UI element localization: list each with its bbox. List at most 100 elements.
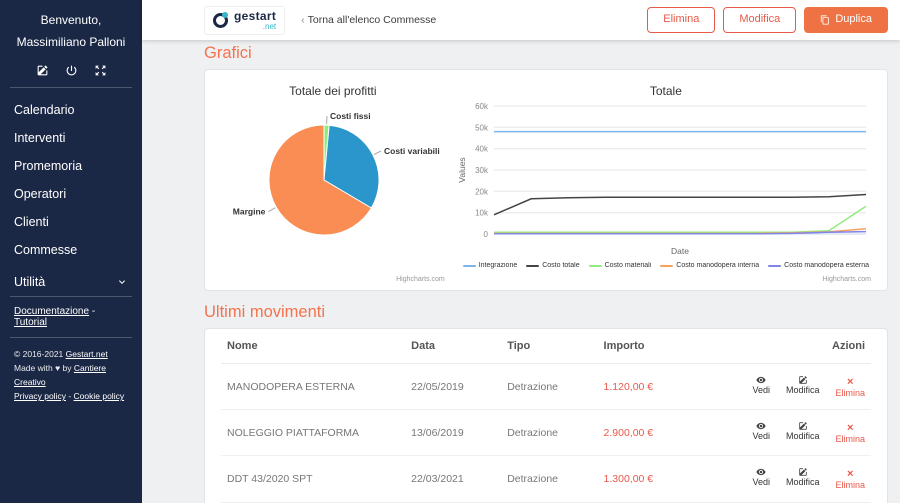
privacy-policy-link[interactable]: Privacy policy — [14, 391, 66, 401]
legend-item-costo-manodopera-esterna[interactable]: Costo manodopera esterna — [768, 262, 869, 269]
policy-separator: - — [66, 391, 74, 401]
y-axis-title: Values — [457, 157, 467, 182]
delete-button[interactable]: ×Elimina — [835, 377, 865, 400]
sidebar-item-utilita[interactable]: Utilità — [0, 268, 142, 296]
edit-icon — [798, 420, 808, 431]
close-icon: × — [847, 423, 853, 434]
movement-type: Detrazione — [501, 410, 597, 456]
sidebar-quick-actions — [0, 55, 142, 87]
legend-item-integrazione[interactable]: Integrazione — [463, 262, 518, 269]
legend-label: Integrazione — [479, 262, 518, 269]
sidebar-footer: © 2016-2021 Gestart.net Made with ♥ by C… — [0, 338, 142, 412]
policies-line: Privacy policy - Cookie policy — [14, 389, 128, 403]
duplicate-icon — [820, 15, 830, 25]
y-tick-label: 20k — [475, 187, 489, 196]
documentation-link[interactable]: Documentazione — [14, 306, 89, 317]
edit-profile-icon[interactable] — [36, 64, 49, 77]
delete-button[interactable]: ×Elimina — [835, 469, 865, 492]
movement-date: 22/03/2021 — [405, 456, 501, 502]
elimina-button[interactable]: Elimina — [647, 7, 715, 32]
legend-marker-icon — [463, 265, 476, 267]
gestart-logo-text: gestart .net — [234, 10, 276, 31]
pie-chart-svg: Costi fissiCosti variabiliMargine — [212, 100, 454, 250]
legend-marker-icon — [660, 265, 673, 267]
legend-label: Costo materiali — [605, 262, 652, 269]
view-label: Vedi — [752, 431, 770, 443]
movement-name: MANODOPERA ESTERNA — [221, 364, 405, 410]
movement-amount: 2.900,00 € — [598, 410, 731, 456]
movement-date: 13/06/2019 — [405, 410, 501, 456]
delete-label: Elimina — [835, 388, 865, 400]
highcharts-credit-link[interactable]: Highcharts.com — [822, 276, 871, 283]
legend-label: Costo totale — [542, 262, 579, 269]
sidebar-item-calendario[interactable]: Calendario — [0, 96, 142, 124]
movements-section-title: Ultimi movimenti — [204, 303, 888, 322]
profit-pie-chart: Totale dei profitti Costi fissiCosti var… — [213, 76, 453, 284]
docs-separator: - — [89, 306, 95, 317]
movements-table-card: NomeDataTipoImportoAzioni MANODOPERA EST… — [204, 328, 888, 503]
logo-suffix: .net — [234, 23, 276, 31]
line-series-costo-totale[interactable] — [494, 195, 866, 215]
power-logout-icon[interactable] — [65, 64, 78, 77]
legend-item-costo-materiali[interactable]: Costo materiali — [589, 262, 652, 269]
view-button[interactable]: Vedi — [752, 374, 770, 397]
modifica-button[interactable]: Modifica — [723, 7, 796, 32]
edit-button[interactable]: Modifica — [786, 420, 820, 443]
x-axis-title: Date — [671, 246, 689, 256]
legend-item-costo-manodopera-interna[interactable]: Costo manodopera interna — [660, 262, 759, 269]
close-icon: × — [847, 377, 853, 388]
column-header-nome: Nome — [221, 329, 405, 364]
cookie-policy-link[interactable]: Cookie policy — [74, 391, 125, 401]
edit-label: Modifica — [786, 385, 820, 397]
expand-fullscreen-icon[interactable] — [94, 64, 107, 77]
logo-name: gestart — [234, 10, 276, 22]
sidebar-item-commesse[interactable]: Commesse — [0, 236, 142, 264]
edit-button[interactable]: Modifica — [786, 466, 820, 489]
y-tick-label: 60k — [475, 102, 489, 111]
view-button[interactable]: Vedi — [752, 466, 770, 489]
sidebar-item-promemoria[interactable]: Promemoria — [0, 152, 142, 180]
sidebar-nav: CalendarioInterventiPromemoriaOperatoriC… — [0, 88, 142, 268]
movement-date: 22/05/2019 — [405, 364, 501, 410]
docs-row: Documentazione - Tutorial — [0, 297, 142, 337]
column-header-azioni: Azioni — [730, 329, 871, 364]
movement-amount: 1.120,00 € — [598, 364, 731, 410]
close-icon: × — [847, 469, 853, 480]
sidebar-item-interventi[interactable]: Interventi — [0, 124, 142, 152]
back-to-commesse-link[interactable]: ‹Torna all'elenco Commesse — [301, 14, 436, 26]
column-header-tipo: Tipo — [501, 329, 597, 364]
edit-icon — [798, 374, 808, 385]
pie-chart-title: Totale dei profitti — [289, 76, 376, 100]
duplica-button[interactable]: Duplica — [804, 7, 888, 32]
y-tick-label: 10k — [475, 209, 489, 218]
movement-name: NOLEGGIO PIATTAFORMA — [221, 410, 405, 456]
legend-marker-icon — [589, 265, 602, 267]
topbar: gestart .net ‹Torna all'elenco Commesse … — [142, 0, 900, 40]
movement-row: MANODOPERA ESTERNA22/05/2019Detrazione1.… — [221, 364, 871, 410]
gestart-logo[interactable]: gestart .net — [204, 6, 285, 35]
line-chart-title: Totale — [650, 76, 682, 100]
line-chart-svg: 010k20k30k40k50k60kValuesDate — [452, 100, 880, 262]
charts-card: Totale dei profitti Costi fissiCosti var… — [204, 69, 888, 291]
made-with-line: Made with ♥ by Cantiere Creativo — [14, 361, 128, 389]
sidebar-item-operatori[interactable]: Operatori — [0, 180, 142, 208]
pie-label-connector — [374, 151, 381, 155]
movement-actions: Vedi Modifica ×Elimina — [730, 410, 871, 456]
edit-button[interactable]: Modifica — [786, 374, 820, 397]
highcharts-credit-link[interactable]: Highcharts.com — [396, 276, 445, 283]
edit-label: Modifica — [786, 431, 820, 443]
tutorial-link[interactable]: Tutorial — [14, 317, 47, 328]
movement-amount: 1.300,00 € — [598, 456, 731, 502]
duplica-label: Duplica — [835, 13, 872, 26]
gestart-site-link[interactable]: Gestart.net — [66, 349, 108, 359]
edit-icon — [798, 466, 808, 477]
line-series-costo-materiali[interactable] — [494, 206, 866, 232]
totals-line-chart: Totale 010k20k30k40k50k60kValuesDate Int… — [453, 76, 879, 284]
legend-item-costo-totale[interactable]: Costo totale — [526, 262, 579, 269]
eye-icon — [756, 466, 766, 477]
sidebar-item-clienti[interactable]: Clienti — [0, 208, 142, 236]
delete-button[interactable]: ×Elimina — [835, 423, 865, 446]
pie-data-label: Margine — [233, 207, 266, 217]
view-button[interactable]: Vedi — [752, 420, 770, 443]
movement-row: NOLEGGIO PIATTAFORMA13/06/2019Detrazione… — [221, 410, 871, 456]
